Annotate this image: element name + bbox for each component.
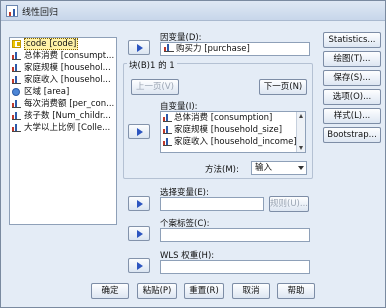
paste-button[interactable]: 粘贴(P)	[137, 283, 177, 299]
linear-regression-dialog: 线性回归 code [code] 总体消费 [consumpt... 家庭规模 …	[0, 0, 386, 308]
selection-field[interactable]	[160, 197, 264, 211]
move-to-case-label-button[interactable]	[128, 226, 150, 241]
move-to-wls-button[interactable]	[128, 258, 150, 273]
independent-item[interactable]: 总体消费 [consumption]	[161, 112, 305, 124]
variable-item[interactable]: 家庭收入 [househol...	[10, 74, 116, 86]
scale-icon	[163, 114, 172, 122]
style-button[interactable]: 样式(L)...	[323, 108, 381, 124]
wls-field[interactable]	[160, 260, 310, 274]
method-select[interactable]: 输入	[251, 161, 307, 175]
independent-list[interactable]: 总体消费 [consumption] 家庭规模 [household_size]…	[160, 111, 306, 153]
variable-list[interactable]: code [code] 总体消费 [consumpt... 家庭规模 [hous…	[9, 37, 117, 225]
window-title: 线性回归	[22, 8, 59, 18]
scale-icon	[12, 76, 21, 84]
scale-icon	[163, 126, 172, 134]
case-label-field[interactable]	[160, 228, 310, 242]
independent-scrollbar[interactable]	[296, 112, 305, 152]
scale-icon	[12, 52, 21, 60]
plots-button[interactable]: 绘图(T)...	[323, 51, 381, 67]
cancel-button[interactable]: 取消	[232, 283, 270, 299]
chevron-down-icon	[298, 166, 304, 170]
independent-item[interactable]: 家庭规模 [household_size]	[161, 124, 305, 136]
scale-icon	[12, 112, 21, 120]
nominal-icon	[12, 88, 20, 96]
save-button[interactable]: 保存(S)...	[323, 70, 381, 86]
help-button[interactable]: 帮助	[277, 283, 315, 299]
independent-item[interactable]: 家庭收入 [household_income]	[161, 136, 305, 148]
reset-button[interactable]: 重置(R)	[184, 283, 224, 299]
scale-icon	[12, 64, 21, 72]
variable-item[interactable]: 每次消费额 [per_con...	[10, 98, 116, 110]
options-button[interactable]: 选项(O)...	[323, 89, 381, 105]
statistics-button[interactable]: Statistics...	[323, 32, 381, 48]
bootstrap-button[interactable]: Bootstrap...	[323, 127, 381, 143]
previous-block-button[interactable]: 上一页(V)	[131, 79, 179, 95]
variable-item[interactable]: 大学以上比例 [Colle...	[10, 122, 116, 134]
variable-item[interactable]: 总体消费 [consumpt...	[10, 50, 116, 62]
ok-button[interactable]: 确定	[91, 283, 129, 299]
dependent-field[interactable]: 购买力 [purchase]	[160, 42, 310, 56]
scale-icon	[12, 124, 21, 132]
move-to-selection-button[interactable]	[128, 196, 150, 211]
scale-icon	[163, 138, 172, 146]
variable-item[interactable]: code [code]	[10, 38, 116, 50]
next-block-button[interactable]: 下一页(N)	[259, 79, 307, 95]
scale-icon	[164, 43, 174, 52]
variable-item[interactable]: 区域 [area]	[10, 86, 116, 98]
variable-item[interactable]: 孩子数 [Num_childr...	[10, 110, 116, 122]
rule-button[interactable]: 规则(U)...	[269, 196, 309, 212]
title-bar: 线性回归	[1, 1, 385, 21]
move-to-independent-button[interactable]	[128, 124, 150, 139]
variable-item[interactable]: 家庭规模 [househol...	[10, 62, 116, 74]
ruler-icon	[12, 40, 21, 48]
method-label: 方法(M):	[205, 165, 239, 175]
scale-icon	[12, 100, 21, 108]
app-icon	[6, 5, 18, 17]
move-to-dependent-button[interactable]	[128, 40, 150, 55]
block-title: 块(B)1 的 1	[127, 59, 177, 71]
